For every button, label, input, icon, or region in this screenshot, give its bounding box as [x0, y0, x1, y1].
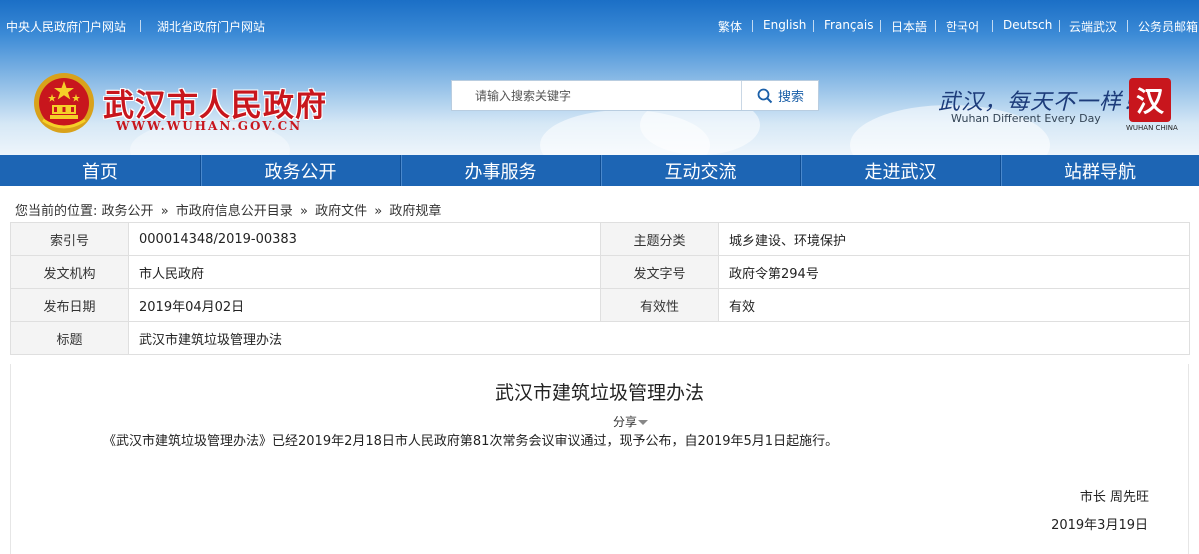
- divider: [813, 20, 814, 32]
- top-link-hubei-gov[interactable]: 湖北省政府门户网站: [157, 18, 265, 35]
- chevron-down-icon: [638, 420, 649, 425]
- table-row: 标题 武汉市建筑垃圾管理办法: [10, 321, 1190, 355]
- nav-item-home[interactable]: 首页: [0, 155, 200, 186]
- document-sign-date: 2019年3月19日: [1051, 518, 1148, 533]
- top-link-cloud-wuhan[interactable]: 云端武汉: [1069, 18, 1117, 35]
- divider: [1059, 20, 1060, 32]
- nav-item-interaction[interactable]: 互动交流: [601, 155, 800, 186]
- top-link-german[interactable]: Deutsch: [1003, 18, 1052, 32]
- breadcrumb-link[interactable]: 政府规章: [389, 204, 441, 219]
- divider: [140, 20, 141, 32]
- search-button-label: 搜索: [777, 90, 804, 105]
- info-key-index: 索引号: [10, 222, 129, 256]
- slogan-english: Wuhan Different Every Day: [951, 112, 1101, 125]
- divider: [880, 20, 881, 32]
- top-link-japanese[interactable]: 日本語: [891, 18, 927, 35]
- share-button[interactable]: 分享: [613, 413, 649, 430]
- info-value-validity: 有效: [718, 288, 1190, 322]
- info-key-validity: 有效性: [600, 288, 719, 322]
- search-box: 搜索: [451, 80, 819, 111]
- top-link-french[interactable]: Français: [824, 18, 873, 32]
- info-key-title: 标题: [10, 321, 129, 355]
- info-key-date: 发布日期: [10, 288, 129, 322]
- top-link-traditional[interactable]: 繁体: [718, 18, 742, 35]
- info-key-topic: 主题分类: [600, 222, 719, 256]
- search-input[interactable]: [452, 81, 741, 110]
- search-button[interactable]: 搜索: [741, 81, 819, 110]
- breadcrumb-separator: »: [299, 204, 308, 219]
- breadcrumb-separator: »: [374, 204, 383, 219]
- info-value-issuer: 市人民政府: [128, 255, 601, 289]
- nav-item-services[interactable]: 办事服务: [401, 155, 600, 186]
- info-value-index: 000014348/2019-00383: [128, 222, 601, 256]
- info-value-topic: 城乡建设、环境保护: [718, 222, 1190, 256]
- main-nav: 首页 政务公开 办事服务 互动交流 走进武汉 站群导航: [0, 155, 1199, 186]
- info-value-docno: 政府令第294号: [718, 255, 1190, 289]
- nav-item-gov-affairs[interactable]: 政务公开: [201, 155, 400, 186]
- top-link-korean[interactable]: 한국어: [946, 18, 979, 35]
- table-row: 索引号 000014348/2019-00383 主题分类 城乡建设、环境保护: [10, 222, 1190, 256]
- table-row: 发文机构 市人民政府 发文字号 政府令第294号: [10, 255, 1190, 289]
- divider: [752, 20, 753, 32]
- breadcrumb-prefix: 您当前的位置:: [15, 204, 98, 219]
- top-link-civil-servant-mail[interactable]: 公务员邮箱: [1138, 18, 1198, 35]
- search-icon: [757, 88, 773, 103]
- info-value-title: 武汉市建筑垃圾管理办法: [128, 321, 1190, 355]
- breadcrumb-link[interactable]: 市政府信息公开目录: [176, 204, 293, 219]
- document-title: 武汉市建筑垃圾管理办法: [494, 382, 704, 404]
- site-header: 中央人民政府门户网站 湖北省政府门户网站 繁体 English Français…: [0, 0, 1199, 155]
- breadcrumb-link[interactable]: 政务公开: [102, 204, 154, 219]
- top-link-english[interactable]: English: [763, 18, 806, 32]
- top-link-central-gov[interactable]: 中央人民政府门户网站: [6, 18, 126, 35]
- divider: [935, 20, 936, 32]
- nav-item-about-wuhan[interactable]: 走进武汉: [801, 155, 1000, 186]
- nav-item-site-group[interactable]: 站群导航: [1001, 155, 1199, 186]
- breadcrumb-separator: »: [160, 204, 169, 219]
- wuhan-city-logo-text: WUHAN CHINA: [1126, 124, 1178, 132]
- wuhan-city-logo: 汉: [1129, 78, 1171, 122]
- breadcrumb-link[interactable]: 政府文件: [315, 204, 367, 219]
- divider: [992, 20, 993, 32]
- national-emblem-icon: [34, 73, 94, 133]
- info-key-docno: 发文字号: [600, 255, 719, 289]
- breadcrumb: 您当前的位置: 政务公开 » 市政府信息公开目录 » 政府文件 » 政府规章: [15, 200, 441, 219]
- document-body: 《武汉市建筑垃圾管理办法》已经2019年2月18日市人民政府第81次常务会议审议…: [103, 434, 839, 449]
- top-link-bar: 中央人民政府门户网站 湖北省政府门户网站 繁体 English Français…: [0, 0, 1199, 52]
- document-info-table: 索引号 000014348/2019-00383 主题分类 城乡建设、环境保护 …: [10, 222, 1190, 355]
- info-value-date: 2019年04月02日: [128, 288, 601, 322]
- document-signer: 市长 周先旺: [1079, 490, 1149, 505]
- table-row: 发布日期 2019年04月02日 有效性 有效: [10, 288, 1190, 322]
- info-key-issuer: 发文机构: [10, 255, 129, 289]
- divider: [1127, 20, 1128, 32]
- share-label: 分享: [613, 415, 638, 429]
- site-url: WWW.WUHAN.GOV.CN: [116, 119, 303, 133]
